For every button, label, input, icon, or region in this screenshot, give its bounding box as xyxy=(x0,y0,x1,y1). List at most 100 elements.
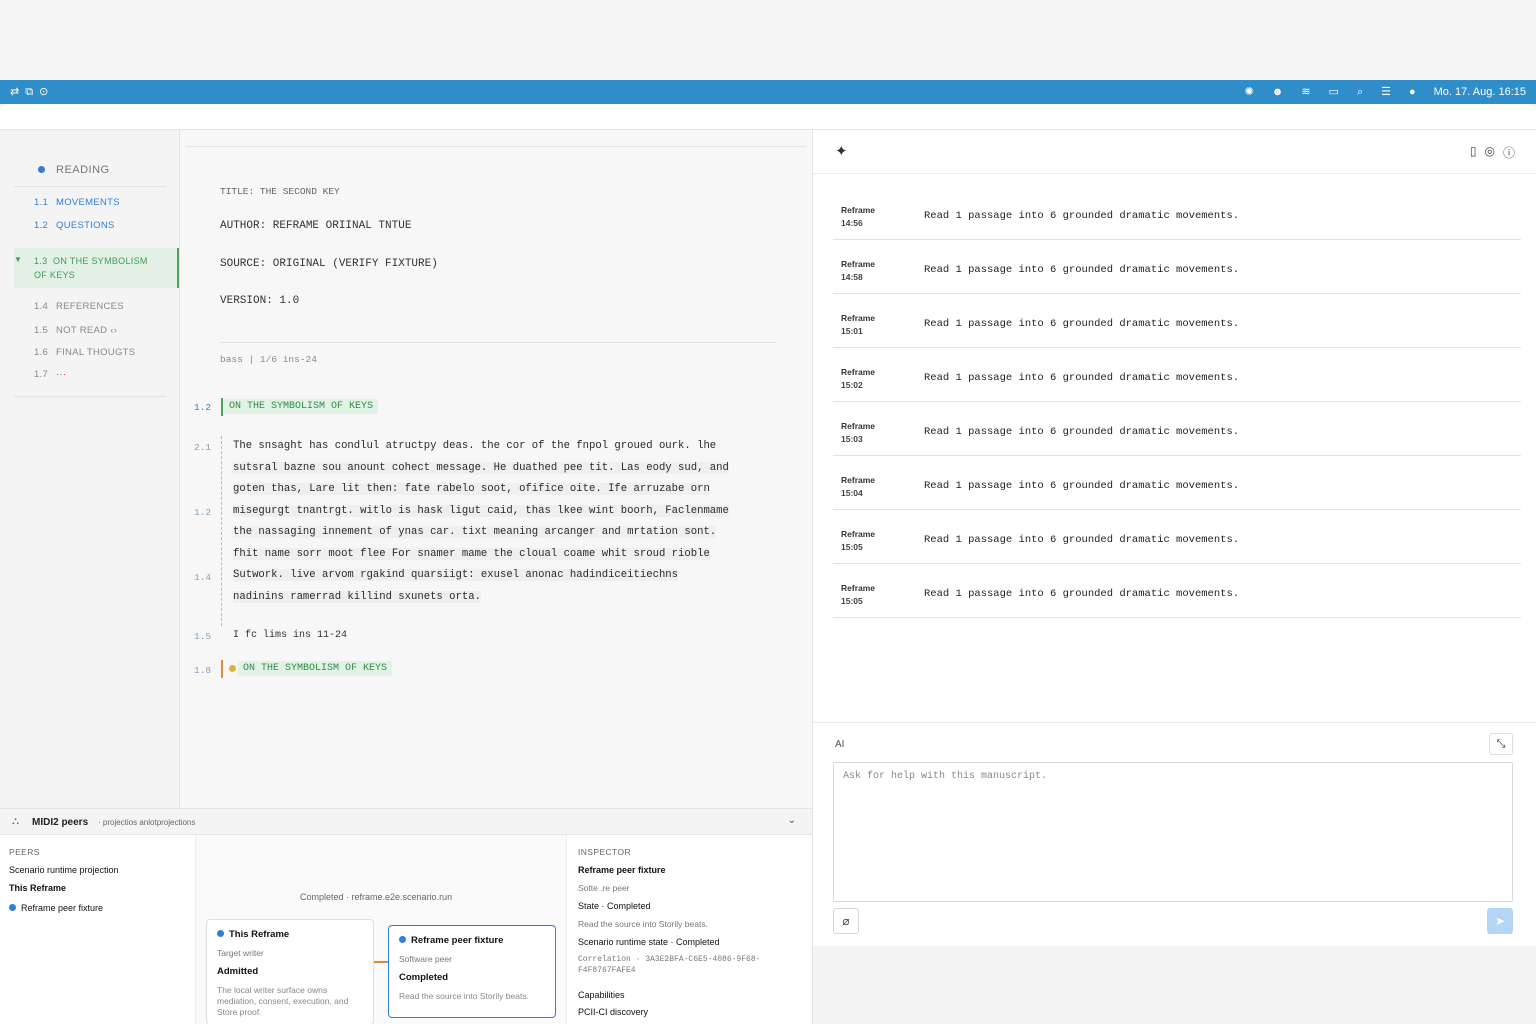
outline-item-final-thoughts[interactable]: 1.6 FINAL THOUGTS xyxy=(34,347,135,358)
swap-icon[interactable]: ⇄ xyxy=(10,86,19,98)
send-button[interactable]: ➤ xyxy=(1487,908,1513,934)
inspector-correlation[interactable]: Correlation · 3A3E2BFA-C6E5-4086-9F68-F4… xyxy=(578,954,798,976)
paragraph-line: fhit name sorr moot flee For snamer mame… xyxy=(233,547,710,560)
assistant-panel: ✦ ▯ ◎ ⓘ Reframe 14:56 Read 1 passage into … xyxy=(812,130,1536,1024)
sparkle-icon[interactable]: ✦ xyxy=(835,142,848,160)
outline-item-references[interactable]: 1.4 REFERENCES xyxy=(34,301,124,312)
status-dot-icon xyxy=(229,665,236,672)
reading-dot-icon xyxy=(38,166,45,173)
check-edit-icon[interactable]: ◎ xyxy=(1485,144,1495,161)
peers-panel-bar[interactable]: ⛬ MIDI2 peers · projectios anlotprojecti… xyxy=(0,809,812,835)
inspector-note: Read the source into Storily beats. xyxy=(578,919,708,929)
network-icon[interactable]: ⧉ xyxy=(25,86,33,98)
outline-item-questions[interactable]: 1.2 QUESTIONS xyxy=(34,220,115,231)
menu-bar: ⇄ ⧉ ⊙ ✺ ☻ ≋ ▭ ⌕ ☰ ● Mo. 17. Aug. 16:15 xyxy=(0,80,1536,104)
book-icon[interactable]: ▯ xyxy=(1470,144,1477,161)
outline-item-movements[interactable]: 1.1 MOVEMENTS xyxy=(34,197,120,208)
peer-dot-icon xyxy=(9,904,16,911)
inspector-kind: Sotte .re peer xyxy=(578,883,630,893)
lock-icon[interactable]: ⊙ xyxy=(39,86,48,98)
inspector-capabilities: Capabilities xyxy=(578,990,625,1000)
paragraph-line: Sutwork. live arvom rgakind quarsiigt: e… xyxy=(233,569,679,581)
peer-dot-icon xyxy=(217,930,224,937)
outline-item-not-read[interactable]: 1.5 NOT READ ‹› xyxy=(34,325,117,336)
paragraph-line: nadinins ramerrad killind sxunets orta. xyxy=(233,590,481,603)
menu-clock[interactable]: Mo. 17. Aug. 16:15 xyxy=(1434,86,1526,98)
peer-item-this-reframe[interactable]: This Reframe xyxy=(9,883,66,893)
prompt-input[interactable] xyxy=(833,762,1513,902)
log-entry: Reframe 15:04 Read 1 passage into 6 ground… xyxy=(833,456,1521,510)
doc-title-line: TITLE: THE SECOND KEY xyxy=(220,186,340,197)
line-number: 1.2 xyxy=(194,402,212,413)
openai-icon[interactable]: ✺ xyxy=(1245,86,1254,98)
inspector-name: Reframe peer fixture xyxy=(578,865,666,875)
log-entry: Reframe 15:01 Read 1 passage into 6 ground… xyxy=(833,294,1521,348)
title-strip xyxy=(0,104,1536,130)
peers-subtitle: · projectios anlotprojections xyxy=(98,818,196,827)
paragraph-line: goten thas, Lare lit then: fate rabelo s… xyxy=(233,483,710,495)
outline-item-more[interactable]: 1.7 ··· xyxy=(34,369,66,380)
chevron-down-icon[interactable]: ⌄ xyxy=(788,815,796,826)
composer: AI ⤡ ⌀ ➤ xyxy=(813,722,1536,946)
peers-panel: ⛬ MIDI2 peers · projectios anlotprojecti… xyxy=(0,808,812,1024)
divider xyxy=(220,342,776,343)
caret-down-icon: ▼ xyxy=(14,255,22,264)
info-icon[interactable]: ⓘ xyxy=(1503,144,1515,161)
paragraph-line: the nassaging innement of ynas car. tixt… xyxy=(233,526,717,538)
search-icon[interactable]: ⌕ xyxy=(1357,86,1363,98)
body-paragraph[interactable]: The snsaght has condlul atructpy deas. t… xyxy=(233,436,789,608)
inspector-discovery: PCII-CI discovery xyxy=(578,1007,649,1017)
line-number: 1.4 xyxy=(194,572,212,583)
smiley-icon[interactable]: ☻ xyxy=(1272,86,1284,98)
peer-item-fixture[interactable]: Reframe peer fixture xyxy=(9,903,103,913)
line-number: 2.1 xyxy=(194,442,212,453)
log-entry: Reframe 15:02 Read 1 passage into 6 ground… xyxy=(833,348,1521,402)
line-number: 1.2 xyxy=(194,507,212,518)
line-number: 1.5 xyxy=(194,631,212,642)
inspector: INSPECTOR Reframe peer fixture Sotte .re… xyxy=(566,835,812,1024)
expand-icon[interactable]: ⤡ xyxy=(1489,733,1513,755)
peer-dot-icon xyxy=(399,936,406,943)
log-entry: Reframe 15:05 Read 1 passage into 6 ground… xyxy=(833,510,1521,564)
outline-heading: READING xyxy=(56,164,110,176)
peers-graph: Completed · reframe.e2e.scenario.run Thi… xyxy=(196,835,566,1024)
peers-list: PEERS Scenario runtime projection This R… xyxy=(0,835,196,1024)
paragraph-line: The snsaght has condlul atructpy deas. t… xyxy=(233,440,717,452)
run-status: Completed · reframe.e2e.scenario.run xyxy=(300,892,453,902)
doc-version-line: VERSION: 1.0 xyxy=(220,295,300,307)
app-window: READING 1.1 MOVEMENTS 1.2 QUESTIONS ▼ 1.3 … xyxy=(0,104,1536,1024)
outline-sidebar: READING 1.1 MOVEMENTS 1.2 QUESTIONS ▼ 1.3 … xyxy=(0,130,180,808)
siri-icon[interactable]: ● xyxy=(1409,86,1416,98)
assistant-header: ✦ ▯ ◎ ⓘ xyxy=(813,130,1536,174)
peer-card-local[interactable]: This Reframe Target writer Admitted The … xyxy=(206,919,374,1024)
control-center-icon[interactable]: ☰ xyxy=(1381,86,1391,98)
section-marker xyxy=(221,398,223,416)
panel-footer xyxy=(813,946,1536,1024)
inspector-state: State · Completed xyxy=(578,901,651,911)
divider xyxy=(14,186,166,187)
wifi-icon[interactable]: ≋ xyxy=(1301,86,1310,98)
section-marker xyxy=(221,660,223,678)
divider xyxy=(186,146,806,147)
paragraph-guide xyxy=(221,436,222,626)
paragraph-line: sutsral bazne sou anount cohect message.… xyxy=(233,461,729,474)
peer-connection xyxy=(374,961,388,963)
battery-icon[interactable]: ▭ xyxy=(1329,86,1339,98)
section-heading[interactable]: ON THE SYMBOLISM OF KEYS xyxy=(224,399,379,414)
section-heading[interactable]: ON THE SYMBOLISM OF KEYS xyxy=(238,661,393,676)
doc-status-line: bass | 1/6 ins-24 xyxy=(220,354,317,365)
composer-label: AI xyxy=(835,739,845,750)
doc-author-line: AUTHOR: REFRAME ORIINAL TNTUE xyxy=(220,220,412,232)
note-line[interactable]: I fc lims ins 11-24 xyxy=(233,630,347,641)
manuscript-document[interactable]: TITLE: THE SECOND KEY AUTHOR: REFRAME OR… xyxy=(180,130,812,808)
inspector-scenario: Scenario runtime state · Completed xyxy=(578,937,720,947)
log-entry: Reframe 14:56 Read 1 passage into 6 ground… xyxy=(833,186,1521,240)
attach-icon[interactable]: ⌀ xyxy=(833,908,859,934)
peers-graph-icon: ⛬ xyxy=(12,816,19,827)
outline-item-symbolism[interactable]: ▼ 1.3 ON THE SYMBOLISM OF KEYS xyxy=(14,248,179,288)
peer-item-scenario[interactable]: Scenario runtime projection xyxy=(9,865,119,875)
line-number: 1.8 xyxy=(194,665,212,676)
peer-card-fixture[interactable]: Reframe peer fixture Software peer Compl… xyxy=(388,925,556,1018)
log-entry: Reframe 14:58 Read 1 passage into 6 ground… xyxy=(833,240,1521,294)
paragraph-line: misegurgt tnantrgt. witlo is hask ligut … xyxy=(233,504,729,517)
